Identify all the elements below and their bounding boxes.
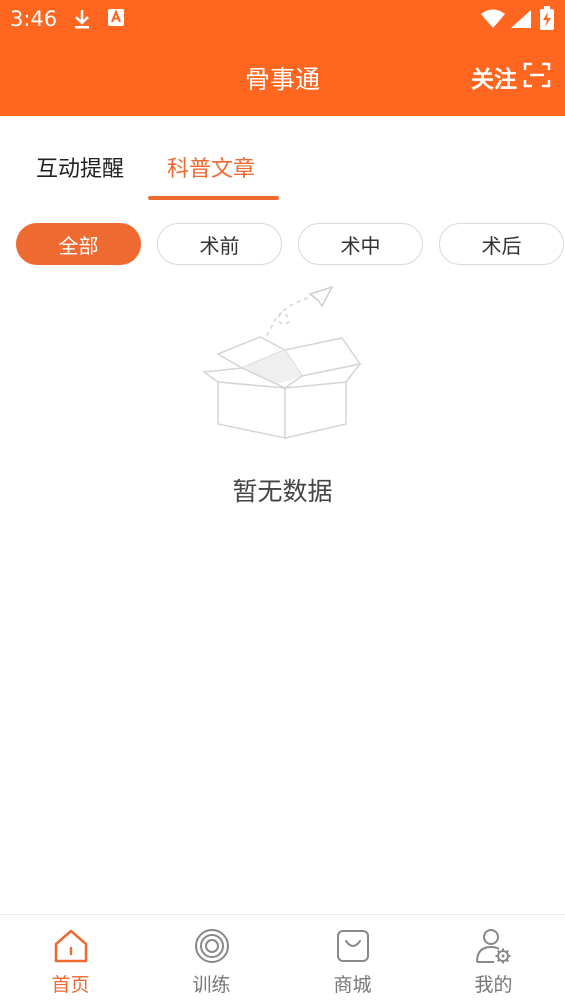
app-header: 3:46 骨事通 关注	[0, 0, 565, 116]
bottom-navigation: 首页 训练 商城 我的	[0, 914, 565, 1004]
filter-postop-chip[interactable]: 术后	[439, 223, 564, 265]
status-time: 3:46	[10, 7, 58, 31]
title-bar: 骨事通 关注	[0, 38, 565, 116]
empty-state-text: 暂无数据	[232, 477, 333, 506]
nav-home-label: 首页	[51, 974, 90, 996]
content-tabs: 互动提醒 科普文章	[0, 116, 565, 206]
nav-mall[interactable]: 商城	[282, 915, 423, 1004]
nav-mall-label: 商城	[333, 974, 372, 996]
filter-preop-chip[interactable]: 术前	[157, 223, 282, 265]
battery-charging-icon	[540, 6, 554, 34]
app-notification-icon	[107, 8, 125, 32]
filter-intraop-chip[interactable]: 术中	[298, 223, 423, 265]
empty-box-illustration	[200, 282, 365, 442]
scan-icon	[523, 62, 551, 92]
active-tab-indicator	[148, 196, 279, 200]
signal-icon	[510, 9, 532, 33]
nav-mine-label: 我的	[474, 974, 513, 996]
wifi-icon	[480, 9, 506, 33]
nav-mine[interactable]: 我的	[423, 915, 564, 1004]
shopping-bag-icon	[334, 927, 372, 969]
follow-label: 关注	[471, 67, 517, 93]
nav-training[interactable]: 训练	[141, 915, 282, 1004]
filter-all-chip[interactable]: 全部	[16, 223, 141, 265]
follow-scan-button[interactable]: 关注	[471, 62, 551, 93]
user-settings-icon	[474, 927, 514, 969]
download-icon	[72, 8, 92, 34]
status-bar: 3:46	[0, 0, 565, 38]
target-icon	[193, 927, 231, 969]
tab-articles[interactable]: 科普文章	[167, 151, 255, 183]
nav-home[interactable]: 首页	[0, 915, 141, 1004]
nav-training-label: 训练	[192, 974, 231, 996]
tab-reminders[interactable]: 互动提醒	[36, 151, 124, 183]
home-icon	[52, 927, 90, 969]
